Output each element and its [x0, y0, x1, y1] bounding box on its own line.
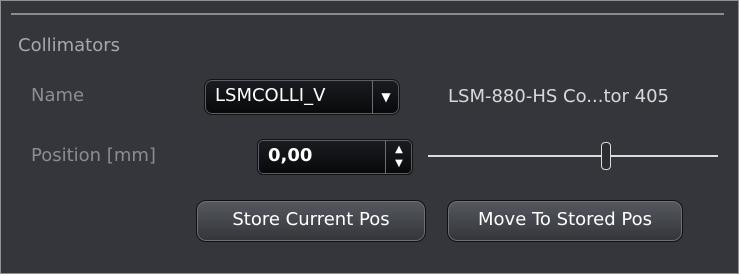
- move-to-stored-pos-button[interactable]: Move To Stored Pos: [447, 200, 683, 242]
- position-spinbox[interactable]: 0,00 ▲ ▼: [257, 139, 413, 175]
- position-slider-handle[interactable]: [601, 142, 611, 170]
- position-value: 0,00: [268, 145, 313, 166]
- collimators-panel: Collimators Name LSMCOLLI_V ▼ LSM-880-HS…: [0, 0, 739, 274]
- section-title: Collimators: [18, 35, 120, 56]
- top-separator: [11, 13, 724, 15]
- chevron-down-icon[interactable]: ▼: [386, 159, 412, 169]
- store-current-pos-button[interactable]: Store Current Pos: [196, 200, 426, 242]
- collimator-name-selected: LSMCOLLI_V: [215, 85, 326, 106]
- chevron-down-icon[interactable]: ▼: [372, 80, 399, 114]
- collimator-full-name: LSM-880-HS Co...tor 405: [448, 86, 669, 107]
- chevron-up-icon[interactable]: ▲: [386, 145, 412, 155]
- name-label: Name: [31, 85, 85, 106]
- position-label: Position [mm]: [31, 145, 156, 166]
- collimator-name-dropdown[interactable]: LSMCOLLI_V ▼: [204, 79, 400, 115]
- position-slider-track[interactable]: [428, 155, 718, 157]
- spin-buttons[interactable]: ▲ ▼: [385, 140, 412, 174]
